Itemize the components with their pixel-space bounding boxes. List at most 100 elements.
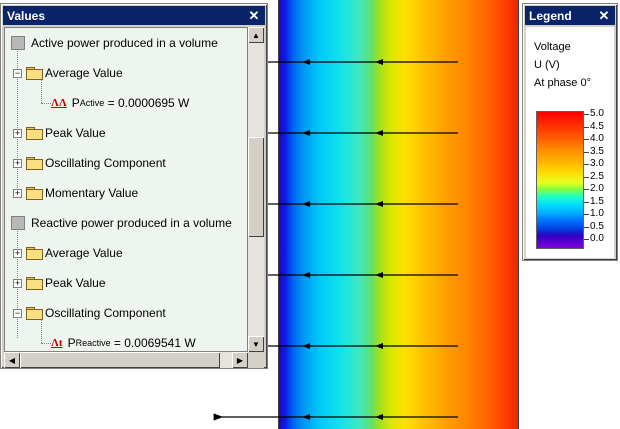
tree-quantity-p-reactive[interactable]: Λt P Reactive = 0.0069541 W xyxy=(51,332,196,351)
tree-label: Momentary Value xyxy=(45,186,139,200)
legend-window: Legend ✕ Voltage U (V) At phase 0° 5.0 4.… xyxy=(522,3,618,261)
scroll-left-icon[interactable]: ◀ xyxy=(4,352,20,368)
tree-label: Oscillating Component xyxy=(45,156,166,170)
field-arrow-mid-head xyxy=(302,272,310,278)
scale-tick-label: 3.5 xyxy=(590,145,604,157)
folder-icon xyxy=(26,187,43,200)
scale-tick-label: 5.0 xyxy=(590,108,604,119)
tree-label: Peak Value xyxy=(45,126,106,140)
scale-tick xyxy=(584,214,589,215)
scale-tick xyxy=(584,189,589,190)
vertical-scroll-thumb[interactable] xyxy=(248,137,264,237)
quantity-subscript: Reactive xyxy=(75,338,111,348)
group-icon xyxy=(11,36,25,50)
scale-tick-label: 0.0 xyxy=(590,233,604,244)
scale-tick xyxy=(584,151,589,153)
scroll-down-icon[interactable]: ▼ xyxy=(248,336,264,352)
values-titlebar[interactable]: Values ✕ xyxy=(3,6,265,25)
folder-icon xyxy=(26,247,43,260)
tree-folder-oscillating-component[interactable]: − Oscillating Component xyxy=(13,302,166,324)
quantity-icon: ΛΛ xyxy=(51,97,67,109)
quantity-symbol: P xyxy=(67,336,76,350)
scale-tick-label: 4.0 xyxy=(590,133,604,144)
tree-quantity-p-active[interactable]: ΛΛ P Active = 0.0000695 W xyxy=(51,92,189,114)
field-arrow-mid-head xyxy=(302,201,310,207)
values-title: Values xyxy=(7,8,46,23)
tree-folder-average-value[interactable]: − Average Value xyxy=(13,62,123,84)
scroll-right-icon[interactable]: ▶ xyxy=(232,352,248,368)
scale-tick xyxy=(584,176,589,178)
expand-icon[interactable]: + xyxy=(13,188,22,198)
quantity-symbol: P xyxy=(71,96,80,110)
tree-folder-peak-value[interactable]: + Peak Value xyxy=(13,272,106,294)
folder-icon xyxy=(26,127,43,140)
scale-tick xyxy=(584,226,589,228)
scale-tick-label: 2.5 xyxy=(590,170,604,182)
scale-tick xyxy=(584,164,589,165)
tree-label: Peak Value xyxy=(45,276,106,290)
scale-tick xyxy=(584,239,589,240)
folder-icon xyxy=(26,157,43,170)
tree-label: Average Value xyxy=(45,66,123,80)
quantity-subscript: Active xyxy=(79,98,105,108)
tree-label: Reactive power produced in a volume xyxy=(31,216,232,230)
folder-open-icon xyxy=(26,307,43,320)
collapse-icon[interactable]: − xyxy=(13,308,22,318)
scale-tick xyxy=(584,201,589,203)
field-arrow-mid-head xyxy=(375,414,383,420)
legend-phase: At phase 0° xyxy=(534,77,591,89)
scale-tick-label: 0.5 xyxy=(590,220,604,232)
close-icon[interactable]: ✕ xyxy=(247,9,261,23)
resize-grip[interactable] xyxy=(248,352,264,368)
color-scale-bar xyxy=(536,111,584,249)
scale-tick xyxy=(584,126,589,128)
field-arrow-mid-head xyxy=(375,130,383,136)
scale-tick-label: 1.5 xyxy=(590,195,604,207)
expand-icon[interactable]: + xyxy=(13,128,22,138)
scale-tick-label: 3.0 xyxy=(590,158,604,169)
legend-titlebar[interactable]: Legend ✕ xyxy=(525,6,615,25)
field-arrow-mid-head xyxy=(302,59,310,65)
group-icon xyxy=(11,216,25,230)
horizontal-scroll-thumb[interactable] xyxy=(20,352,220,368)
expand-icon[interactable]: + xyxy=(13,158,22,168)
expand-icon[interactable]: + xyxy=(13,248,22,258)
vertical-scrollbar[interactable]: ▲ ▼ xyxy=(248,27,264,352)
horizontal-scrollbar[interactable]: ◀ ▶ xyxy=(4,352,248,368)
tree-group-active-power[interactable]: Active power produced in a volume xyxy=(11,32,218,54)
tree-folder-peak-value[interactable]: + Peak Value xyxy=(13,122,106,144)
quantity-value: = 0.0069541 W xyxy=(110,336,196,350)
field-arrow-mid-head xyxy=(302,130,310,136)
scale-tick-label: 2.0 xyxy=(590,183,604,194)
tree-group-reactive-power[interactable]: Reactive power produced in a volume xyxy=(11,212,232,234)
collapse-icon[interactable]: − xyxy=(13,68,22,78)
close-icon[interactable]: ✕ xyxy=(597,9,611,23)
values-tree: Active power produced in a volume − Aver… xyxy=(4,27,248,352)
field-arrow-mid-head xyxy=(302,343,310,349)
scale-tick xyxy=(584,114,589,115)
field-arrow-mid-head xyxy=(375,59,383,65)
expand-icon[interactable]: + xyxy=(13,278,22,288)
folder-icon xyxy=(26,277,43,290)
field-arrow-mid-head xyxy=(375,201,383,207)
scroll-up-icon[interactable]: ▲ xyxy=(248,27,264,43)
tree-folder-oscillating-component[interactable]: + Oscillating Component xyxy=(13,152,166,174)
values-window: Values ✕ Active power produced in a volu… xyxy=(0,3,268,369)
legend-body: Voltage U (V) At phase 0° 5.0 4.5 4.0 3.5 3.… xyxy=(526,27,614,258)
field-arrow-mid-head xyxy=(375,272,383,278)
legend-unit: U (V) xyxy=(534,59,560,71)
field-arrow-mid-head xyxy=(375,343,383,349)
field-arrow-mid-head xyxy=(302,414,310,420)
tree-label: Active power produced in a volume xyxy=(31,36,218,50)
legend-title: Legend xyxy=(529,8,572,23)
legend-quantity: Voltage xyxy=(534,41,571,53)
scale-tick-label: 4.5 xyxy=(590,120,604,132)
tree-folder-average-value[interactable]: + Average Value xyxy=(13,242,123,264)
tree-folder-momentary-value[interactable]: + Momentary Value xyxy=(13,182,138,204)
quantity-icon: Λt xyxy=(51,337,63,349)
tree-label: Oscillating Component xyxy=(45,306,166,320)
scale-tick-label: 1.0 xyxy=(590,208,604,219)
folder-open-icon xyxy=(26,67,43,80)
tree-connector xyxy=(41,343,51,344)
tree-label: Average Value xyxy=(45,246,123,260)
